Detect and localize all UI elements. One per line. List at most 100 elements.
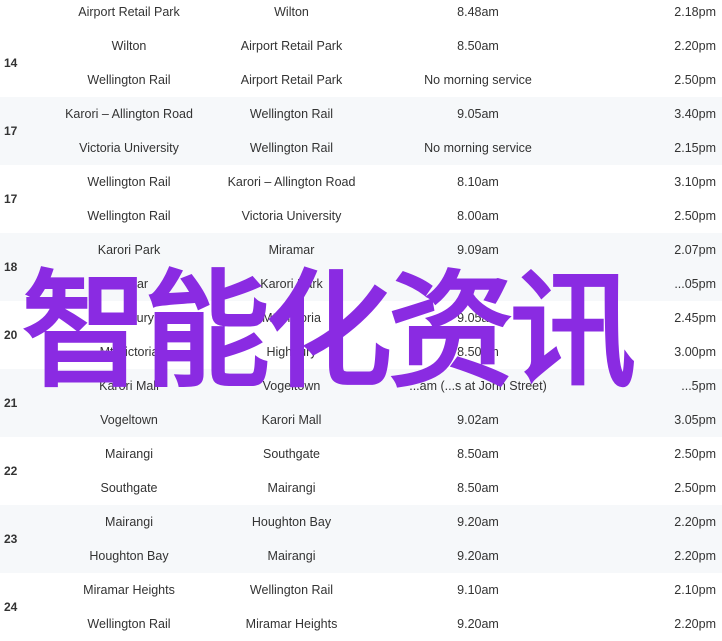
morning-time: 9.09am [457,243,499,257]
to-stop: Airport Retail Park [240,73,343,87]
afternoon-time: 2.20pm [674,515,716,529]
from-stop: Vogeltown [100,413,158,427]
table-row: Southgate Mairangi 8.50am 2.50pm [34,471,722,505]
morning-time: 9.02am [457,413,499,427]
morning-time: 8.50am [457,447,499,461]
afternoon-time: 2.20pm [674,39,716,53]
table-row: Mairangi Southgate 8.50am 2.50pm [34,437,722,471]
route-number: 24 [4,600,18,614]
from-stop: Wellington Rail [87,209,171,223]
from-stop: Mairangi [105,515,153,529]
from-stop: Victoria University [79,141,179,155]
from-stop: Karori Mall [99,379,159,393]
morning-time: No morning service [424,73,532,87]
to-stop: Miramar Heights [245,617,338,631]
morning-time: 9.20am [457,549,499,563]
morning-time: 8.00am [457,209,499,223]
table-row: Mairangi Houghton Bay 9.20am 2.20pm [34,505,722,539]
afternoon-time: 2.15pm [674,141,716,155]
afternoon-time: 3.00pm [674,345,716,359]
morning-time: 8.50am [457,39,499,53]
morning-time: No morning service [424,141,532,155]
to-stop: Victoria University [241,209,342,223]
to-stop: Wellington Rail [249,583,334,597]
table-row: Karori Park Miramar 9.09am 2.07pm [34,233,722,267]
route-group: 24 Miramar Heights Wellington Rail 9.10am 2.… [0,573,722,641]
table-row: Highbury Mt Victoria 9.05am 2.45pm [34,301,722,335]
from-stop: Wilton [111,39,147,53]
from-stop: Wellington Rail [87,175,171,189]
route-number: 14 [4,56,18,70]
route-number: 23 [4,532,18,546]
route-number [0,0,34,29]
afternoon-time: 2.50pm [674,73,716,87]
to-stop: Airport Retail Park [240,39,343,53]
to-stop: Karori Park [260,277,323,291]
morning-time: 9.10am [457,583,499,597]
route-group: 17 Karori – Allington Road Wellington Rail… [0,97,722,165]
from-stop: Highbury [103,311,155,325]
from-stop: Wellington Rail [87,73,171,87]
from-stop: Karori Park [97,243,161,257]
afternoon-time: 3.40pm [674,107,716,121]
route-group: 20 Highbury Mt Victoria 9.05am 2.45pm Mt Vict… [0,301,722,369]
table-row: Mir...ar Karori Park... ...05pm [34,267,722,301]
from-stop: Wellington Rail [87,617,171,631]
to-stop: Wellington Rail [249,107,334,121]
from-stop: Southgate [100,481,158,495]
morning-time: ... [472,277,484,291]
from-stop: Miramar Heights [83,583,175,597]
to-stop: Miramar [268,243,315,257]
table-row: Houghton Bay Mairangi 9.20am 2.20pm [34,539,722,573]
bus-timetable: Airport Retail Park Wilton 8.48am 2.18pm 14 W… [0,0,722,641]
morning-time: 9.05am [457,311,499,325]
to-stop: Mairangi [267,481,316,495]
route-group: 17 Wellington Rail Karori – Allington Road… [0,165,722,233]
table-row: Wellington Rail Airport Retail Park No mor… [34,63,722,97]
route-group: Airport Retail Park Wilton 8.48am 2.18pm [0,0,722,29]
afternoon-time: 2.20pm [674,617,716,631]
to-stop: Southgate [263,447,320,461]
from-stop: Airport Retail Park [78,5,180,19]
morning-time: 9.20am [457,617,499,631]
to-stop: Karori Mall [261,413,322,427]
table-row: Victoria University Wellington Rail No mor… [34,131,722,165]
table-row: Karori Mall Vogeltown ...am (...s at John … [34,369,722,403]
to-stop: Mairangi [267,549,316,563]
from-stop: Mt Victoria [99,345,159,359]
morning-time: ...am (...s at John Street) [409,379,547,393]
table-row: Karori – Allington Road Wellington Rail 9.… [34,97,722,131]
route-number: 20 [4,328,18,342]
route-group: 14 Wilton Airport Retail Park 8.50am 2.20pm W… [0,29,722,97]
to-stop: Houghton Bay [251,515,332,529]
to-stop: Wilton [274,5,309,19]
route-group: 18 Karori Park Miramar 9.09am 2.07pm Mir...ar… [0,233,722,301]
afternoon-time: 2.18pm [674,5,716,19]
to-stop: Wellington Rail [249,141,334,155]
afternoon-time: 3.05pm [674,413,716,427]
afternoon-time: 2.10pm [674,583,716,597]
route-group: 21 Karori Mall Vogeltown ...am (...s at Joh… [0,369,722,437]
table-row: Miramar Heights Wellington Rail 9.10am 2.10… [34,573,722,607]
from-stop: Houghton Bay [89,549,169,563]
table-row: Mt Victoria Highbury 8.50am 3.00pm [34,335,722,369]
from-stop: Mir...ar [109,277,149,291]
route-number: 17 [4,124,18,138]
table-row: Wellington Rail Victoria University 8.00am… [34,199,722,233]
morning-time: 9.05am [457,107,499,121]
afternoon-time: 2.20pm [674,549,716,563]
afternoon-time: ...05pm [674,277,716,291]
to-stop: Highbury [266,345,317,359]
afternoon-time: ...5pm [681,379,716,393]
route-number: 17 [4,192,18,206]
afternoon-time: 2.50pm [674,209,716,223]
route-number: 18 [4,260,18,274]
table-row: Wellington Rail Miramar Heights 9.20am 2.20… [34,607,722,641]
morning-time: 9.20am [457,515,499,529]
morning-time: 8.10am [457,175,499,189]
route-number: 21 [4,396,18,410]
table-row: Vogeltown Karori Mall 9.02am 3.05pm [34,403,722,437]
afternoon-time: 2.50pm [674,447,716,461]
afternoon-time: 2.45pm [674,311,716,325]
route-group: 23 Mairangi Houghton Bay 9.20am 2.20pm Hought… [0,505,722,573]
